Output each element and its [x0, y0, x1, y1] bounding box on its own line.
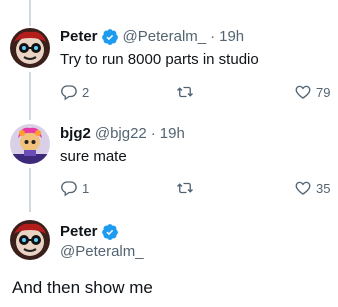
reply-count: 1 [82, 180, 90, 196]
avatar[interactable] [10, 124, 50, 164]
separator: · [210, 28, 216, 45]
reply-button[interactable]: 2 [60, 83, 89, 101]
tweet-header: Peter @Peteralm_ · 19h [60, 27, 244, 47]
main-tweet-text: And then show me [12, 278, 153, 297]
tweet-header: bjg2 @bjg22 · 19h [60, 124, 185, 144]
retweet-icon [177, 86, 193, 98]
reply-count: 2 [82, 84, 90, 100]
like-button[interactable]: 35 [294, 179, 330, 197]
main-display-name-row: Peter [60, 222, 119, 242]
display-name[interactable]: Peter [60, 27, 98, 47]
heart-icon [295, 181, 311, 195]
verified-badge-icon [101, 224, 118, 240]
avatar[interactable] [10, 220, 50, 260]
retweet-icon [177, 182, 193, 194]
like-count: 35 [316, 180, 331, 196]
thread-line-middle [29, 72, 31, 120]
handle[interactable]: @Peteralm_ [60, 242, 144, 262]
tweet-text: sure mate [60, 148, 127, 165]
like-button[interactable]: 79 [294, 83, 330, 101]
thread-line-bottom [29, 168, 31, 212]
tweet-text: Try to run 8000 parts in studio [60, 51, 259, 68]
display-name[interactable]: bjg2 [60, 124, 91, 144]
timestamp[interactable]: 19h [219, 27, 244, 47]
separator: · [150, 125, 156, 142]
heart-icon [295, 85, 311, 99]
timestamp[interactable]: 19h [160, 124, 185, 144]
avatar[interactable] [10, 28, 50, 68]
handle[interactable]: @bjg22 [95, 124, 147, 144]
thread-line-top [29, 0, 31, 26]
retweet-button[interactable] [176, 83, 198, 101]
verified-badge-icon [101, 29, 118, 45]
handle[interactable]: @Peteralm_ [123, 27, 207, 47]
reply-icon [61, 181, 77, 197]
reply-button[interactable]: 1 [60, 179, 89, 197]
like-count: 79 [316, 84, 331, 100]
reply-icon [61, 85, 77, 101]
retweet-button[interactable] [176, 179, 198, 197]
display-name[interactable]: Peter [60, 222, 98, 242]
